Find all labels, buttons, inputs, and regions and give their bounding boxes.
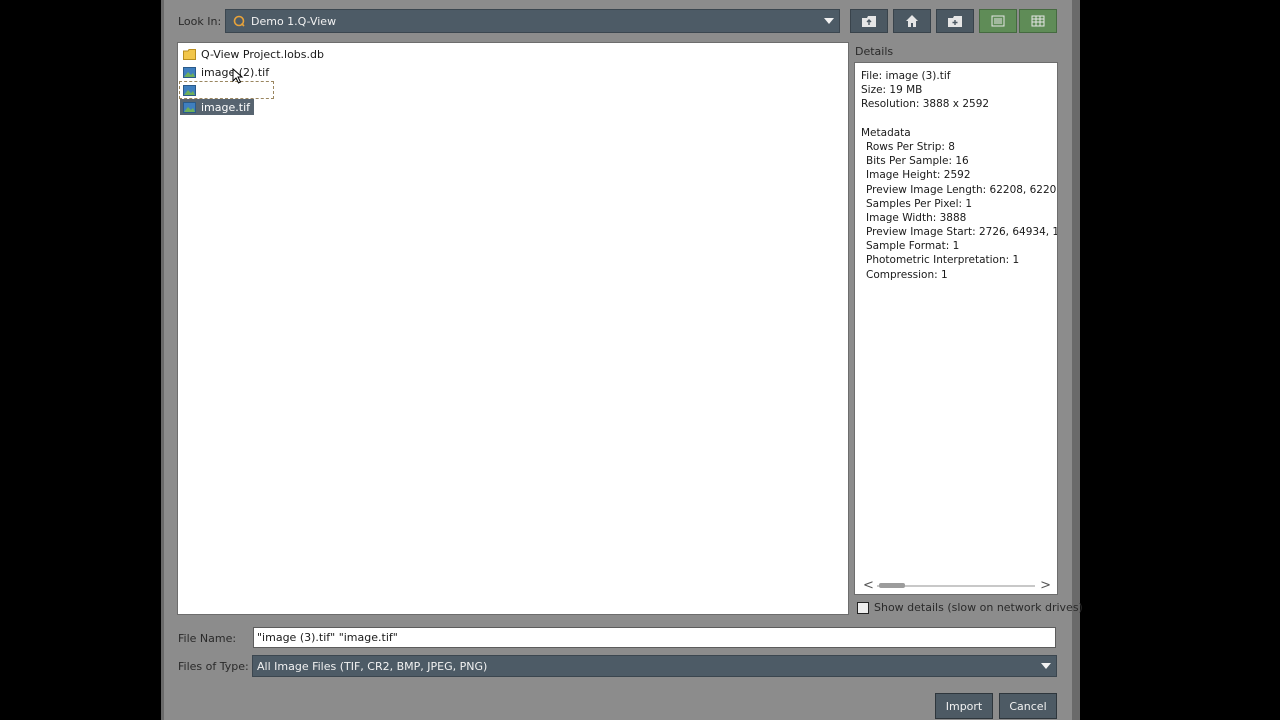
home-button[interactable] xyxy=(893,9,931,33)
show-details-checkbox[interactable] xyxy=(857,602,869,614)
details-view-button[interactable] xyxy=(1019,9,1057,33)
details-title: Details xyxy=(855,45,894,58)
file-name-input[interactable]: "image (3).tif" "image.tif" xyxy=(253,627,1056,648)
cancel-button[interactable]: Cancel xyxy=(999,693,1057,719)
detail-file: File: image (3).tif xyxy=(861,70,951,82)
list-view-icon xyxy=(991,15,1005,27)
scroll-thumb[interactable] xyxy=(879,583,905,588)
chevron-down-icon xyxy=(1041,663,1051,669)
metadata-item: Image Height: 2592 xyxy=(866,169,971,181)
file-item-selected[interactable]: image.tif xyxy=(180,99,255,115)
home-icon xyxy=(906,15,918,27)
files-of-type-label: Files of Type: xyxy=(178,660,249,673)
file-item-folder[interactable]: Q-View Project.lobs.db xyxy=(180,46,328,62)
details-view-icon xyxy=(1031,15,1045,27)
file-item-selected[interactable]: image (3).tif xyxy=(178,81,275,99)
metadata-item: Compression: 1 xyxy=(866,269,948,281)
details-panel: File: image (3).tif Size: 19 MB Resoluti… xyxy=(854,62,1058,595)
q-view-icon xyxy=(233,15,245,27)
image-file-icon xyxy=(183,66,196,78)
mouse-cursor-icon xyxy=(232,68,244,84)
details-horizontal-scrollbar[interactable]: < > xyxy=(855,578,1057,594)
image-file-icon xyxy=(183,101,196,113)
metadata-item: Samples Per Pixel: 1 xyxy=(866,198,973,210)
dialog-left-edge xyxy=(161,0,164,720)
file-name: image (3).tif xyxy=(201,83,270,97)
metadata-item: Rows Per Strip: 8 xyxy=(866,141,955,153)
metadata-item: Photometric Interpretation: 1 xyxy=(866,254,1020,266)
file-name: Q-View Project.lobs.db xyxy=(201,47,324,61)
chevron-down-icon xyxy=(824,18,834,24)
up-folder-icon xyxy=(862,16,876,27)
new-folder-icon xyxy=(948,16,962,27)
show-details-label: Show details (slow on network drives) xyxy=(874,601,1083,614)
files-of-type-value: All Image Files (TIF, CR2, BMP, JPEG, PN… xyxy=(257,659,488,673)
file-list[interactable]: Q-View Project.lobs.db image (2).tif ima… xyxy=(177,42,849,615)
up-folder-button[interactable] xyxy=(850,9,888,33)
scroll-left-icon[interactable]: < xyxy=(863,578,874,594)
metadata-item: Image Width: 3888 xyxy=(866,212,967,224)
files-of-type-combo[interactable]: All Image Files (TIF, CR2, BMP, JPEG, PN… xyxy=(252,655,1057,677)
metadata-item: Preview Image Start: 2726, 64934, 1271 xyxy=(866,226,1058,238)
detail-size: Size: 19 MB xyxy=(861,84,923,96)
import-button[interactable]: Import xyxy=(935,693,993,719)
metadata-title: Metadata xyxy=(861,127,911,139)
file-name-value: "image (3).tif" "image.tif" xyxy=(257,631,398,644)
list-view-button[interactable] xyxy=(979,9,1017,33)
file-item[interactable]: image (2).tif xyxy=(180,64,273,80)
look-in-label: Look In: xyxy=(178,15,222,28)
new-folder-button[interactable] xyxy=(936,9,974,33)
scroll-right-icon[interactable]: > xyxy=(1040,578,1051,594)
look-in-value: Demo 1.Q-View xyxy=(251,14,337,28)
metadata-item: Bits Per Sample: 16 xyxy=(866,155,969,167)
metadata-item: Preview Image Length: 62208, 62208, 6 xyxy=(866,184,1058,196)
look-in-combo[interactable]: Demo 1.Q-View xyxy=(225,9,840,33)
image-file-icon xyxy=(183,84,196,96)
folder-icon xyxy=(183,48,196,60)
detail-resolution: Resolution: 3888 x 2592 xyxy=(861,98,990,110)
metadata-item: Sample Format: 1 xyxy=(866,240,960,252)
file-name: image.tif xyxy=(201,100,251,114)
file-name-label: File Name: xyxy=(178,632,237,645)
